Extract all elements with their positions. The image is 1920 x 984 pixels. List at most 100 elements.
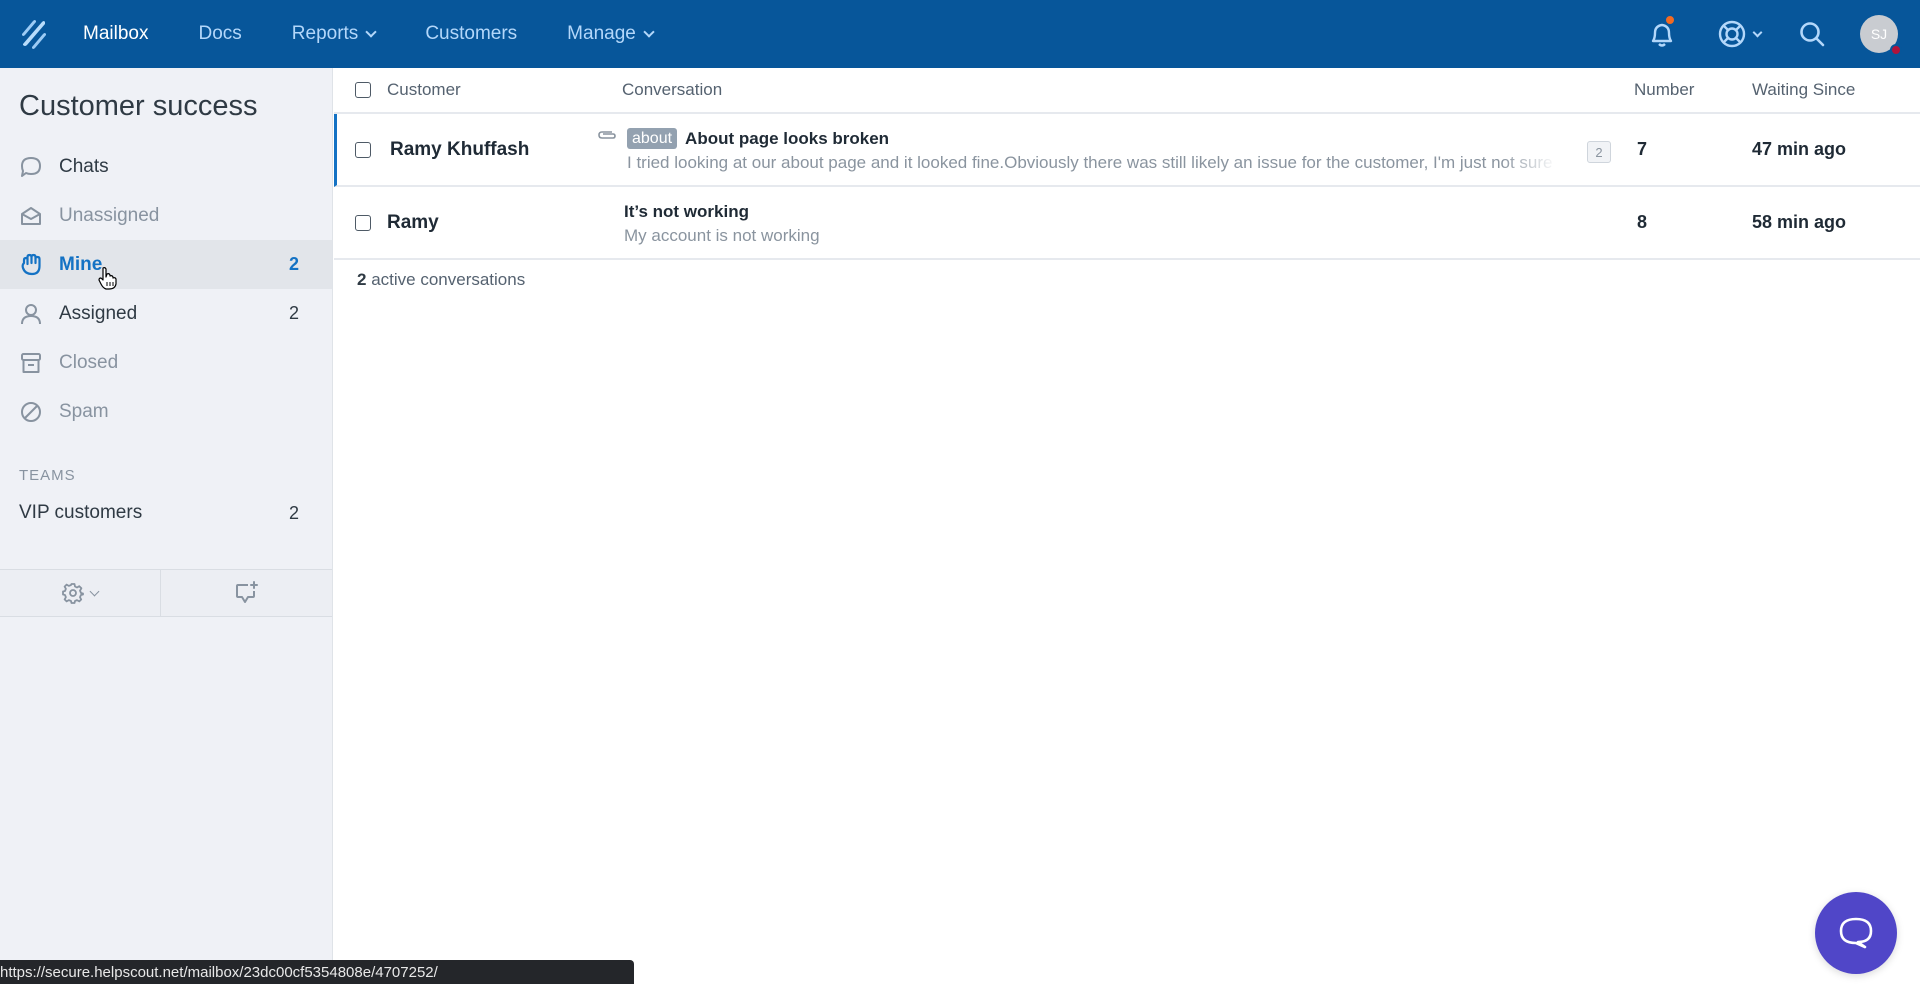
search-icon <box>1800 22 1825 47</box>
nav-label: Manage <box>567 23 636 44</box>
nav-docs[interactable]: Docs <box>173 0 266 68</box>
row-checkbox[interactable] <box>355 141 371 158</box>
user-menu-button[interactable]: SJ <box>1850 0 1920 68</box>
raised-hand-icon <box>19 253 43 277</box>
mailbox-sidebar: Customer success Chats Unassigned Mine 2… <box>0 68 333 984</box>
conversation-cell: about About page looks broken I tried lo… <box>598 127 1634 173</box>
sidebar-item-assigned[interactable]: Assigned 2 <box>0 289 332 338</box>
chevron-down-icon <box>1752 27 1763 37</box>
folder-label: Mine <box>59 253 103 275</box>
row-select-cell <box>334 214 387 231</box>
new-conversation-button[interactable] <box>160 570 332 616</box>
conversation-subject: About page looks broken <box>685 128 890 148</box>
conversation-preview: I tried looking at our about page and it… <box>627 152 1557 172</box>
chat-bubble-icon <box>1839 917 1873 949</box>
folder-label: Chats <box>59 155 109 177</box>
column-header-number[interactable]: Number <box>1634 80 1752 100</box>
top-navigation-bar: Mailbox Docs Reports Customers Manage SJ <box>0 0 1920 68</box>
row-select-cell <box>337 141 390 158</box>
sidebar-item-spam[interactable]: Spam <box>0 387 332 436</box>
table-header: Customer Conversation Number Waiting Sin… <box>334 68 1920 114</box>
nav-mailbox[interactable]: Mailbox <box>68 0 173 68</box>
avatar: SJ <box>1860 15 1902 56</box>
conversation-title-line: about About page looks broken <box>627 127 1557 151</box>
waiting-since: 58 min ago <box>1752 212 1847 232</box>
main-nav: Mailbox Docs Reports Customers Manage <box>68 0 678 68</box>
folder-label: Unassigned <box>59 204 160 226</box>
conversation-text: about About page looks broken I tried lo… <box>627 127 1557 173</box>
lifebuoy-icon <box>1718 20 1746 48</box>
status-indicator <box>1890 44 1902 56</box>
sidebar-item-unassigned[interactable]: Unassigned <box>0 191 332 240</box>
nav-label: Customers <box>425 23 518 44</box>
nav-label: Docs <box>198 23 242 44</box>
tag-badge[interactable]: about <box>627 128 678 149</box>
conversation-summary: 2 active conversations <box>334 260 1920 290</box>
folder-label: Spam <box>59 400 109 422</box>
conversation-number: 7 <box>1637 139 1648 159</box>
person-icon <box>19 302 43 326</box>
mouse-pointer-hand-icon <box>98 266 118 295</box>
avatar-initials: SJ <box>1870 26 1888 42</box>
beacon-chat-button[interactable] <box>1815 892 1897 974</box>
folder-count: 2 <box>288 254 299 274</box>
nav-customers[interactable]: Customers <box>400 0 542 68</box>
notifications-button[interactable] <box>1632 0 1692 68</box>
nav-label: Mailbox <box>83 23 149 44</box>
chevron-down-icon <box>89 586 100 596</box>
notification-badge <box>1664 14 1676 26</box>
browser-status-url: https://secure.helpscout.net/mailbox/23d… <box>0 960 634 984</box>
helpscout-logo-icon[interactable] <box>0 0 68 68</box>
open-envelope-icon <box>19 204 43 228</box>
table-row[interactable]: Ramy It’s not working My account is not … <box>334 187 1920 260</box>
archive-box-icon <box>19 351 43 375</box>
conversation-content: about About page looks broken I tried lo… <box>598 127 1634 173</box>
column-header-waiting-since[interactable]: Waiting Since <box>1752 80 1920 100</box>
column-header-customer[interactable]: Customer <box>387 80 622 100</box>
conversation-list: Customer Conversation Number Waiting Sin… <box>334 68 1920 984</box>
help-menu-button[interactable] <box>1704 0 1774 68</box>
sidebar-item-vip-customers[interactable]: VIP customers 2 <box>0 491 332 535</box>
paperclip-icon <box>597 128 617 146</box>
conversation-text: It’s not working My account is not worki… <box>624 200 1554 246</box>
thread-count-badge: 2 <box>1587 141 1611 163</box>
folder-count: 2 <box>288 303 299 323</box>
folder-label: Closed <box>59 351 119 373</box>
nav-manage[interactable]: Manage <box>542 0 678 68</box>
new-chat-plus-icon <box>235 581 258 603</box>
conversation-title-line: It’s not working <box>624 200 1554 224</box>
team-label: VIP customers <box>19 502 143 523</box>
sidebar-item-chats[interactable]: Chats <box>0 142 332 191</box>
column-header-conversation[interactable]: Conversation <box>622 80 1634 100</box>
chevron-down-icon <box>365 26 377 38</box>
customer-name: Ramy <box>387 211 439 233</box>
chat-bubble-icon <box>19 155 43 179</box>
conversation-preview: My account is not working <box>624 225 820 245</box>
sidebar-footer <box>0 569 332 617</box>
sidebar-item-mine[interactable]: Mine 2 <box>0 240 332 289</box>
customer-name: Ramy Khuffash <box>390 138 530 160</box>
sidebar-item-closed[interactable]: Closed <box>0 338 332 387</box>
conversation-cell: It’s not working My account is not worki… <box>622 200 1634 246</box>
mailbox-title: Customer success <box>19 90 258 122</box>
waiting-since: 47 min ago <box>1752 139 1847 159</box>
search-button[interactable] <box>1782 0 1842 68</box>
nav-reports[interactable]: Reports <box>267 0 401 68</box>
teams-heading: TEAMS <box>19 467 76 484</box>
gear-icon <box>62 583 84 604</box>
team-count: 2 <box>288 502 299 523</box>
prohibited-icon <box>19 400 43 424</box>
top-right-actions: SJ <box>1632 0 1920 68</box>
table-row[interactable]: Ramy Khuffash about About page looks bro… <box>334 114 1920 187</box>
row-checkbox[interactable] <box>355 214 371 231</box>
nav-label: Reports <box>291 23 359 44</box>
folder-label: Assigned <box>59 302 138 324</box>
select-all-cell <box>334 82 387 98</box>
select-all-checkbox[interactable] <box>355 82 371 98</box>
chevron-down-icon <box>643 26 655 38</box>
mailbox-settings-button[interactable] <box>0 570 160 616</box>
conversation-number: 8 <box>1637 212 1648 232</box>
conversation-subject: It’s not working <box>624 201 749 221</box>
summary-label: active conversations <box>366 270 526 289</box>
conversation-content: It’s not working My account is not worki… <box>622 200 1634 246</box>
